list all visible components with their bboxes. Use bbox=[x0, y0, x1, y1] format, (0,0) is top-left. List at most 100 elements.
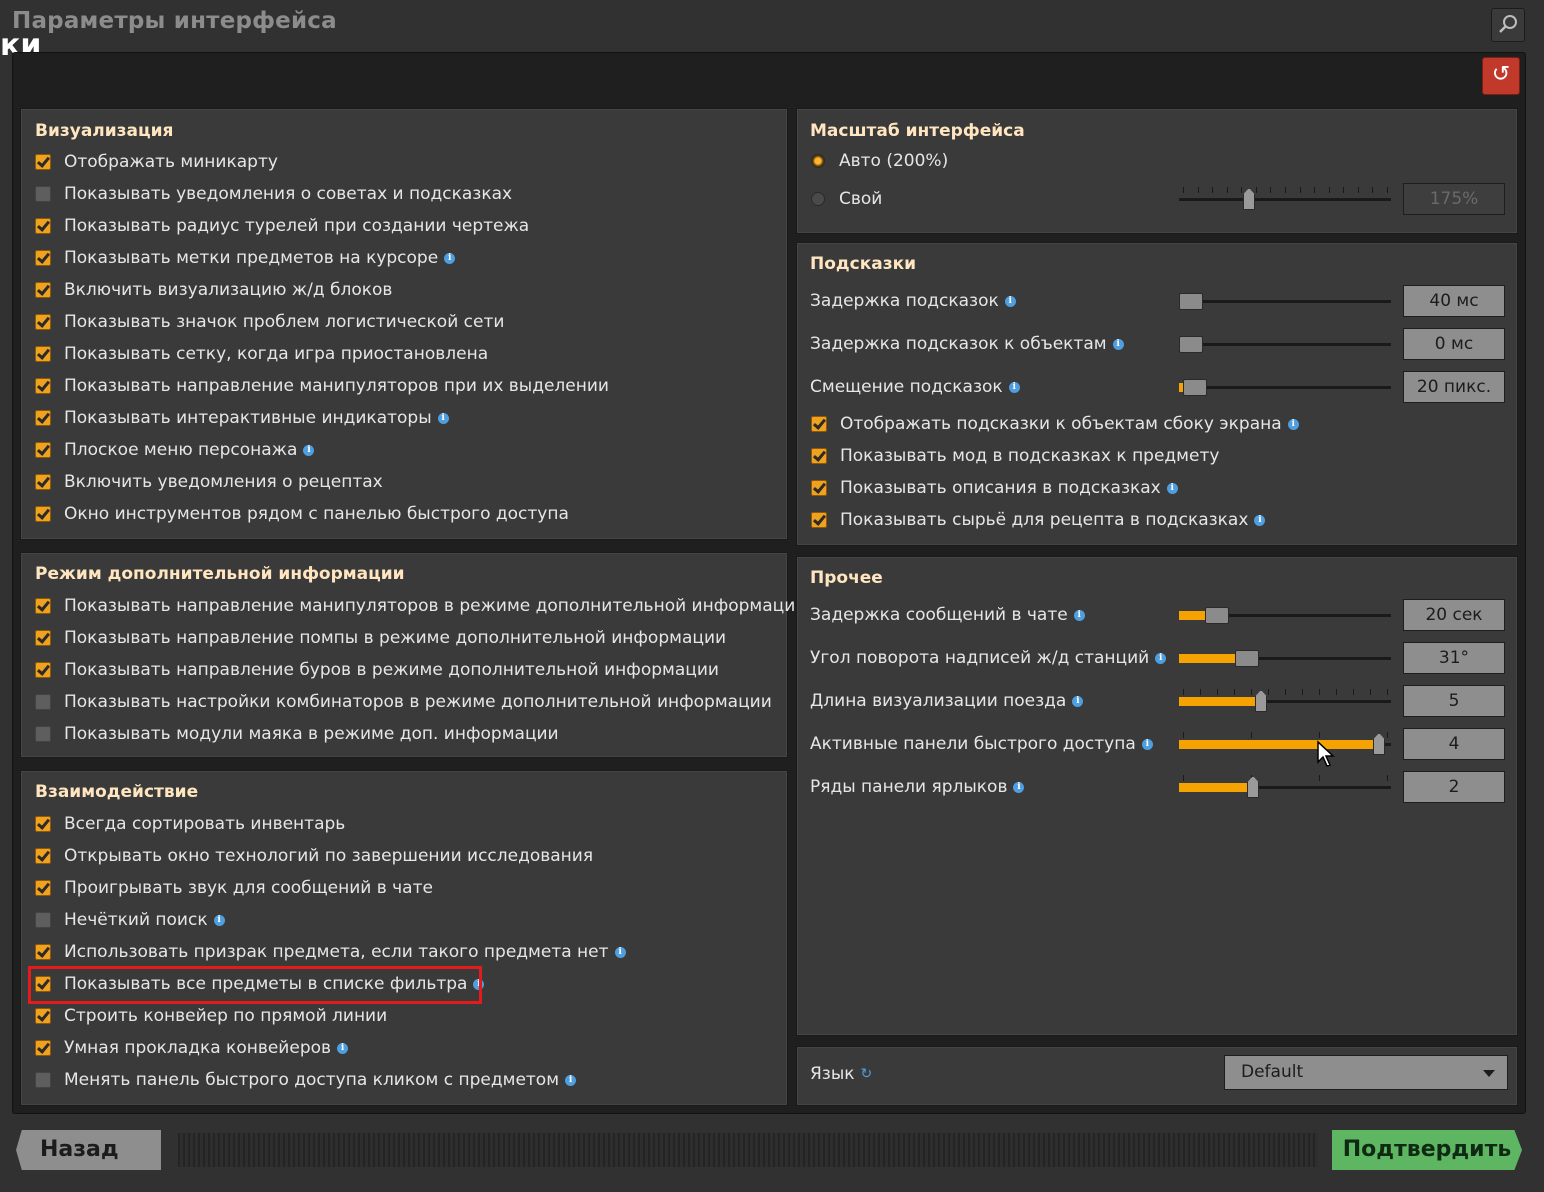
tooltips-item[interactable]: Показывать сырьё для рецепта в подсказка… bbox=[811, 510, 1266, 530]
checkbox[interactable] bbox=[35, 726, 51, 742]
checkbox[interactable] bbox=[35, 250, 51, 266]
scale-custom-radio[interactable] bbox=[811, 192, 825, 206]
info-icon[interactable]: i bbox=[303, 444, 315, 456]
language-dropdown[interactable]: Default bbox=[1224, 1055, 1508, 1090]
checkbox[interactable] bbox=[35, 506, 51, 522]
info-icon[interactable]: i bbox=[1141, 738, 1153, 750]
interaction-item[interactable]: Проигрывать звук для сообщений в чате bbox=[35, 878, 433, 898]
visualization-item[interactable]: Включить визуализацию ж/д блоков bbox=[35, 280, 392, 300]
setting-slider[interactable] bbox=[1179, 332, 1391, 356]
interaction-item[interactable]: Нечёткий поиск i bbox=[35, 910, 225, 930]
info-icon[interactable]: i bbox=[1073, 609, 1085, 621]
info-icon[interactable]: i bbox=[1004, 295, 1016, 307]
slider-handle[interactable] bbox=[1205, 607, 1230, 624]
visualization-item[interactable]: Показывать метки предметов на курсоре i bbox=[35, 248, 456, 268]
checkbox[interactable] bbox=[35, 186, 51, 202]
slider-value-field[interactable]: 40 мс bbox=[1403, 285, 1505, 317]
info-icon[interactable]: i bbox=[444, 252, 456, 264]
visualization-item[interactable]: Показывать интерактивные индикаторы i bbox=[35, 408, 449, 428]
slider-track[interactable] bbox=[1179, 343, 1391, 346]
tooltips-item[interactable]: Показывать описания в подсказках i bbox=[811, 478, 1178, 498]
checkbox[interactable] bbox=[811, 448, 827, 464]
reset-button[interactable]: ↺ bbox=[1482, 57, 1520, 95]
slider-value-field[interactable]: 0 мс bbox=[1403, 328, 1505, 360]
interaction-item[interactable]: Открывать окно технологий по завершении … bbox=[35, 846, 593, 866]
info-icon[interactable]: i bbox=[337, 1042, 349, 1054]
slider-handle[interactable] bbox=[1179, 293, 1203, 310]
scale-slider[interactable] bbox=[1179, 187, 1391, 211]
slider-handle[interactable] bbox=[1182, 379, 1207, 396]
scale-custom-option[interactable]: Свой bbox=[811, 189, 882, 209]
slider-handle[interactable] bbox=[1243, 188, 1255, 210]
checkbox[interactable] bbox=[35, 848, 51, 864]
slider-track[interactable] bbox=[1179, 198, 1391, 201]
visualization-item[interactable]: Включить уведомления о рецептах bbox=[35, 472, 383, 492]
slider-value-field[interactable]: 5 bbox=[1403, 685, 1505, 717]
tooltips-item[interactable]: Показывать мод в подсказках к предмету bbox=[811, 446, 1219, 466]
interaction-item[interactable]: Строить конвейер по прямой линии bbox=[35, 1006, 387, 1026]
checkbox[interactable] bbox=[35, 1072, 51, 1088]
interaction-item[interactable]: Менять панель быстрого доступа кликом с … bbox=[35, 1070, 577, 1090]
checkbox[interactable] bbox=[35, 630, 51, 646]
checkbox[interactable] bbox=[35, 694, 51, 710]
visualization-item[interactable]: Плоское меню персонажа i bbox=[35, 440, 315, 460]
info-icon[interactable]: i bbox=[1008, 381, 1020, 393]
setting-slider[interactable] bbox=[1179, 732, 1391, 756]
scale-auto-option[interactable]: Авто (200%) bbox=[811, 151, 948, 171]
alt-mode-item[interactable]: Показывать настройки комбинаторов в режи… bbox=[35, 692, 772, 712]
checkbox[interactable] bbox=[35, 218, 51, 234]
slider-handle[interactable] bbox=[1373, 733, 1385, 755]
info-icon[interactable]: i bbox=[1155, 652, 1167, 664]
visualization-item[interactable]: Показывать радиус турелей при создании ч… bbox=[35, 216, 529, 236]
slider-handle[interactable] bbox=[1247, 776, 1259, 798]
checkbox[interactable] bbox=[35, 1008, 51, 1024]
info-icon[interactable]: i bbox=[1112, 338, 1124, 350]
slider-value-field[interactable]: 2 bbox=[1403, 771, 1505, 803]
scale-auto-radio[interactable] bbox=[811, 154, 825, 168]
checkbox[interactable] bbox=[35, 662, 51, 678]
slider-value-field[interactable]: 20 сек bbox=[1403, 599, 1505, 631]
setting-slider[interactable] bbox=[1179, 689, 1391, 713]
tooltips-item[interactable]: Отображать подсказки к объектам сбоку эк… bbox=[811, 414, 1299, 434]
visualization-item[interactable]: Показывать уведомления о советах и подск… bbox=[35, 184, 512, 204]
info-icon[interactable]: i bbox=[1166, 482, 1178, 494]
checkbox[interactable] bbox=[35, 598, 51, 614]
info-icon[interactable]: i bbox=[1287, 418, 1299, 430]
checkbox[interactable] bbox=[35, 944, 51, 960]
slider-value-field[interactable]: 20 пикс. bbox=[1403, 371, 1505, 403]
visualization-item[interactable]: Показывать направление манипуляторов при… bbox=[35, 376, 609, 396]
info-icon[interactable]: i bbox=[1013, 781, 1025, 793]
setting-slider[interactable] bbox=[1179, 289, 1391, 313]
info-icon[interactable]: i bbox=[437, 412, 449, 424]
search-button[interactable] bbox=[1491, 8, 1525, 42]
info-icon[interactable]: i bbox=[213, 914, 225, 926]
checkbox[interactable] bbox=[811, 512, 827, 528]
alt-mode-item[interactable]: Показывать направление буров в режиме до… bbox=[35, 660, 719, 680]
alt-mode-item[interactable]: Показывать направление помпы в режиме до… bbox=[35, 628, 726, 648]
info-icon[interactable]: i bbox=[1254, 514, 1266, 526]
back-button[interactable]: Назад bbox=[16, 1130, 161, 1170]
checkbox[interactable] bbox=[35, 912, 51, 928]
slider-value-field[interactable]: 31° bbox=[1403, 642, 1505, 674]
checkbox[interactable] bbox=[35, 314, 51, 330]
checkbox[interactable] bbox=[35, 442, 51, 458]
checkbox[interactable] bbox=[35, 282, 51, 298]
setting-slider[interactable] bbox=[1179, 775, 1391, 799]
footer-draggable-bar[interactable] bbox=[178, 1133, 1318, 1167]
interaction-item[interactable]: Всегда сортировать инвентарь bbox=[35, 814, 345, 834]
scale-value-field[interactable]: 175% bbox=[1403, 183, 1505, 215]
visualization-item[interactable]: Показывать значок проблем логистической … bbox=[35, 312, 504, 332]
slider-handle[interactable] bbox=[1235, 650, 1260, 667]
slider-value-field[interactable]: 4 bbox=[1403, 728, 1505, 760]
checkbox[interactable] bbox=[811, 480, 827, 496]
checkbox[interactable] bbox=[35, 410, 51, 426]
checkbox[interactable] bbox=[35, 154, 51, 170]
visualization-item[interactable]: Показывать сетку, когда игра приостановл… bbox=[35, 344, 488, 364]
setting-slider[interactable] bbox=[1179, 603, 1391, 627]
checkbox[interactable] bbox=[35, 1040, 51, 1056]
checkbox[interactable] bbox=[35, 816, 51, 832]
alt-mode-item[interactable]: Показывать модули маяка в режиме доп. ин… bbox=[35, 724, 559, 744]
setting-slider[interactable] bbox=[1179, 646, 1391, 670]
alt-mode-item[interactable]: Показывать направление манипуляторов в р… bbox=[35, 596, 806, 616]
info-icon[interactable]: i bbox=[565, 1074, 577, 1086]
